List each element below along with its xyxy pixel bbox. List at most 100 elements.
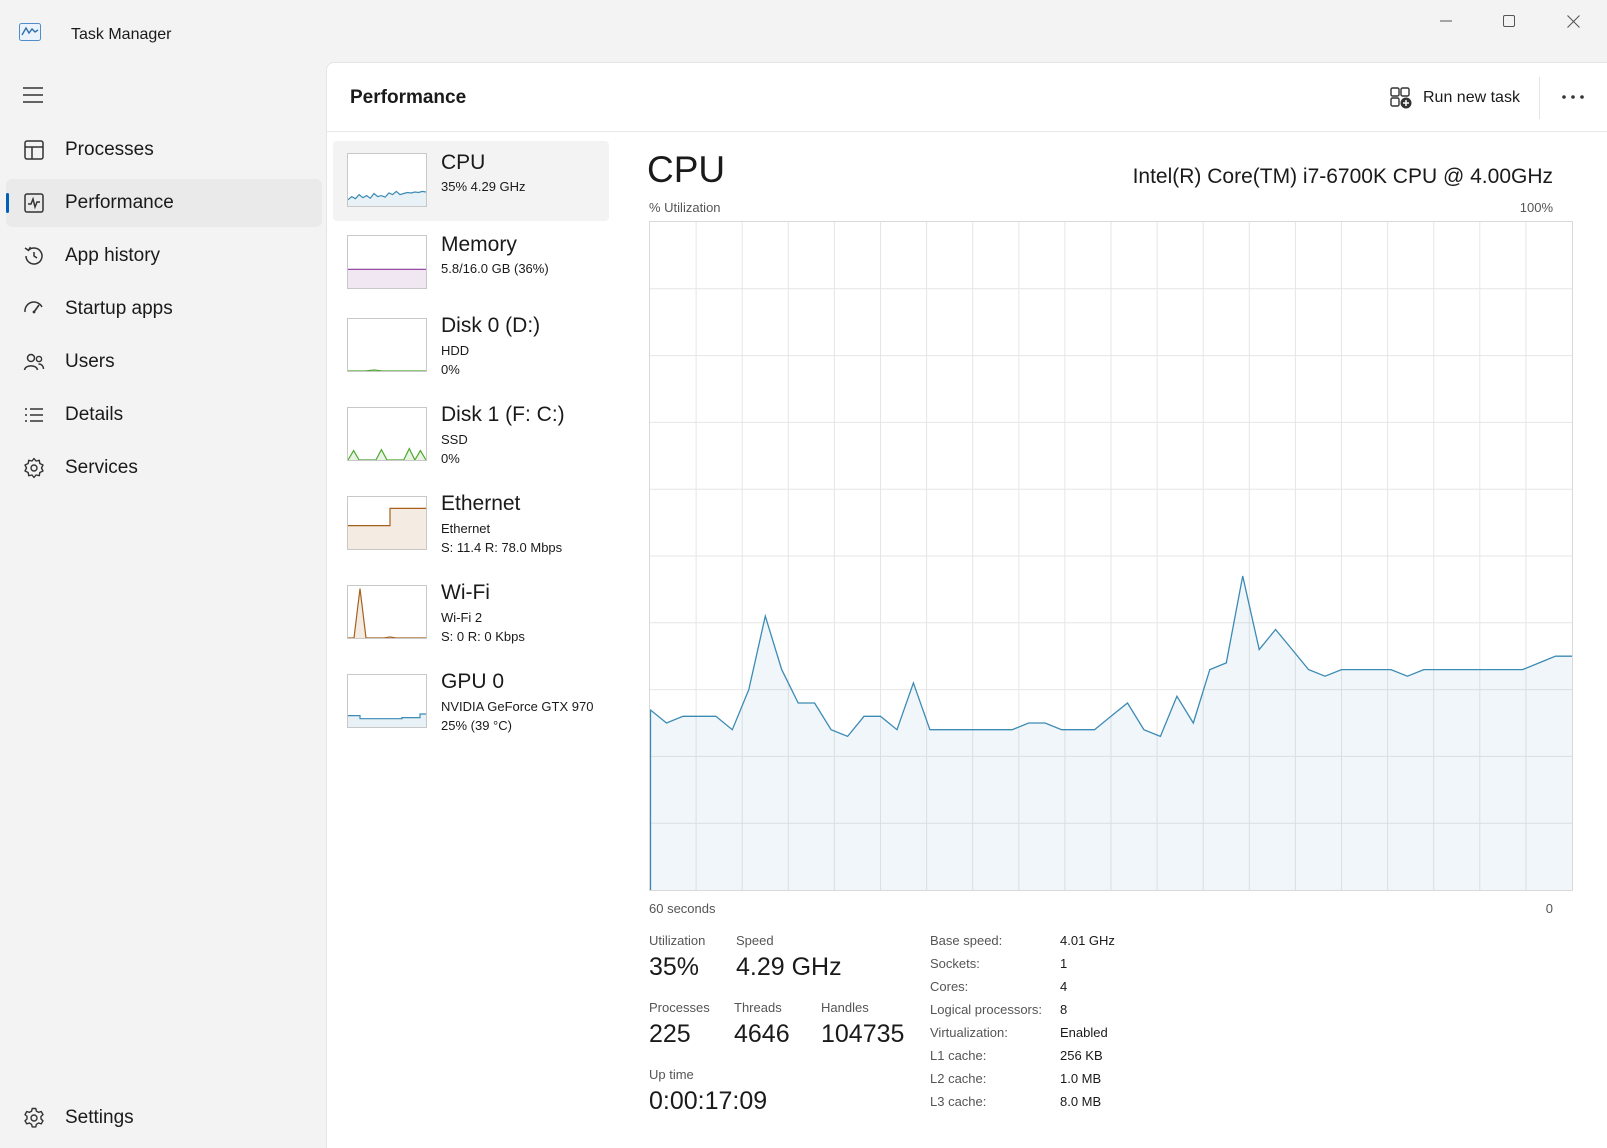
uptime-value: 0:00:17:09 (649, 1087, 768, 1115)
active-indicator (6, 193, 9, 213)
nav-item-processes[interactable]: Processes (6, 126, 322, 174)
utilization-value: 35% (649, 953, 700, 981)
nav-item-label: Users (65, 351, 115, 372)
y-axis-label: % Utilization (649, 200, 721, 215)
more-options-button[interactable] (1555, 81, 1591, 113)
nav-item-startup-apps[interactable]: Startup apps (6, 285, 322, 333)
spec-value-l2-cache: 1.0 MB (1060, 1071, 1102, 1086)
resource-usage: S: 0 R: 0 Kbps (441, 629, 525, 644)
resource-name: Wi-Fi (441, 581, 490, 604)
spec-key-l2-cache: L2 cache: (930, 1071, 987, 1086)
nav-item-users[interactable]: Users (6, 338, 322, 386)
header-separator (1539, 77, 1540, 119)
spec-key-base-speed: Base speed: (930, 933, 1003, 948)
services-icon (24, 457, 44, 479)
spec-key-sockets: Sockets: (930, 956, 980, 971)
spec-value-cores: 4 (1060, 979, 1068, 994)
resource-usage: S: 11.4 R: 78.0 Mbps (441, 540, 563, 555)
resource-name: Disk 1 (F: C:) (441, 403, 565, 426)
more-icon (1562, 95, 1584, 99)
nav-item-label: App history (65, 245, 161, 266)
startup-apps-icon (24, 301, 43, 314)
nav-item-label: Processes (65, 139, 154, 160)
maximize-icon (1503, 15, 1515, 27)
spec-value-logical-processors: 8 (1060, 1002, 1068, 1017)
nav-menu-button[interactable] (22, 86, 46, 106)
cpu-model-name: Intel(R) Core(TM) i7-6700K CPU @ 4.00GHz (1132, 165, 1553, 188)
minimize-button[interactable] (1415, 0, 1477, 42)
resource-item-disk-1[interactable]: Disk 1 (F: C:) SSD 0% (333, 397, 609, 483)
resource-name: Disk 0 (D:) (441, 314, 541, 337)
spec-value-virtualization: Enabled (1060, 1025, 1108, 1040)
run-new-task-icon (1390, 87, 1412, 109)
nav-item-app-history[interactable]: App history (6, 232, 322, 280)
resource-item-wifi[interactable]: Wi-Fi Wi-Fi 2 S: 0 R: 0 Kbps (333, 575, 609, 661)
nav-item-label: Performance (65, 192, 174, 213)
nav-item-services[interactable]: Services (6, 444, 322, 492)
maximize-button[interactable] (1478, 0, 1540, 42)
resource-usage: 0% (441, 362, 460, 377)
close-button[interactable] (1542, 0, 1604, 42)
details-icon (25, 408, 43, 422)
resource-item-memory[interactable]: Memory 5.8/16.0 GB (36%) (333, 225, 609, 305)
content-panel: Performance Run new task CPU 35% 4.29 GH… (326, 62, 1607, 1148)
spec-key-virtualization: Virtualization: (930, 1025, 1008, 1040)
nav-item-label: Startup apps (65, 298, 173, 319)
content-header: Performance Run new task (327, 63, 1607, 132)
users-icon (23, 353, 45, 371)
spec-key-cores: Cores: (930, 979, 969, 994)
handles-label: Handles (821, 1000, 869, 1015)
x-axis-right-label: 0 (1545, 901, 1553, 916)
resource-name: Ethernet (441, 492, 521, 515)
processes-icon (24, 140, 44, 160)
resource-detail: SSD (441, 432, 468, 447)
ethernet-thumbnail-graph (347, 496, 427, 550)
close-icon (1566, 14, 1580, 28)
title-bar: Task Manager (0, 0, 1607, 62)
cpu-utilization-graph (649, 221, 1573, 891)
page-title: Performance (350, 87, 467, 108)
resource-name: GPU 0 (441, 670, 505, 693)
thumb-disk0-line (348, 369, 426, 371)
resource-detail: NVIDIA GeForce GTX 970 (441, 699, 594, 714)
resource-item-gpu-0[interactable]: GPU 0 NVIDIA GeForce GTX 970 25% (39 °C) (333, 664, 609, 750)
thumb-ethernet-area (348, 508, 426, 549)
nav-item-label: Details (65, 404, 124, 425)
app-history-icon (24, 246, 43, 265)
spec-value-sockets: 1 (1060, 956, 1068, 971)
x-axis-left-label: 60 seconds (649, 901, 716, 916)
resource-usage: 0% (441, 451, 460, 466)
task-manager-app-icon (19, 23, 41, 41)
speed-label: Speed (736, 933, 774, 948)
resource-item-ethernet[interactable]: Ethernet Ethernet S: 11.4 R: 78.0 Mbps (333, 486, 609, 572)
resource-usage: 25% (39 °C) (441, 718, 512, 733)
processes-label: Processes (649, 1000, 710, 1015)
detail-title: CPU (647, 149, 726, 190)
spec-value-l1-cache: 256 KB (1060, 1048, 1103, 1063)
wifi-thumbnail-graph (347, 585, 427, 639)
window-title: Task Manager (71, 26, 172, 43)
resource-detail: HDD (441, 343, 470, 358)
nav-item-settings[interactable]: Settings (6, 1094, 322, 1142)
nav-item-details[interactable]: Details (6, 391, 322, 439)
resource-detail: Wi-Fi 2 (441, 610, 483, 625)
run-new-task-label: Run new task (1423, 89, 1520, 106)
uptime-label: Up time (649, 1067, 694, 1082)
resource-item-cpu[interactable]: CPU 35% 4.29 GHz (333, 141, 609, 221)
nav-item-performance[interactable]: Performance (6, 179, 322, 227)
y-axis-max-label: 100% (1519, 200, 1553, 215)
run-new-task-button[interactable]: Run new task (1389, 83, 1520, 113)
spec-key-l3-cache: L3 cache: (930, 1094, 987, 1109)
nav-item-label: Services (65, 457, 138, 478)
resource-detail: 5.8/16.0 GB (36%) (441, 261, 549, 276)
cpu-utilization-chart (649, 222, 1572, 890)
thumb-disk1-line (348, 447, 426, 460)
handles-value: 104735 (821, 1020, 905, 1048)
resource-name: CPU (441, 151, 486, 174)
gpu-0-thumbnail-graph (347, 674, 427, 728)
resource-item-disk-0[interactable]: Disk 0 (D:) HDD 0% (333, 308, 609, 394)
memory-thumbnail-graph (347, 235, 427, 289)
resource-detail: 35% 4.29 GHz (441, 179, 526, 194)
disk-0-thumbnail-graph (347, 318, 427, 372)
disk-1-thumbnail-graph (347, 407, 427, 461)
